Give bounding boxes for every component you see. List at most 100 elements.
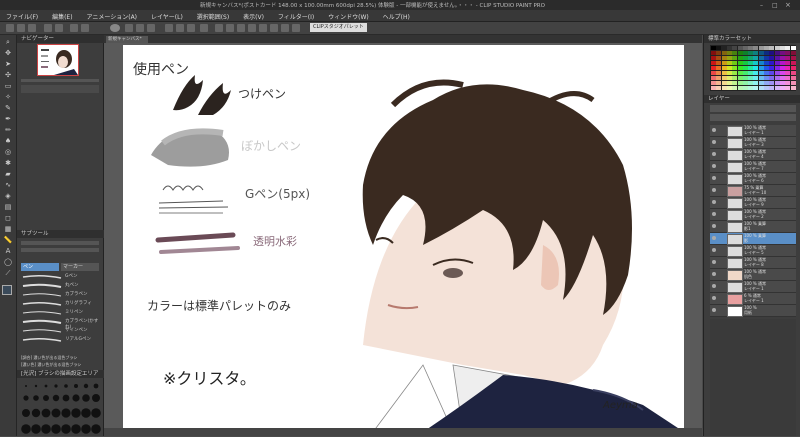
canvas-paper[interactable]: 使用ペン つけペン ぼかしペン Gペン(5px) 透明水彩 カラーは標準パレット… — [123, 45, 684, 432]
layer-row[interactable]: 100 % 通常 レイヤー 5 — [710, 245, 796, 257]
color-swatch[interactable] — [764, 46, 769, 50]
brush-item-1[interactable]: 丸ペン — [65, 282, 79, 288]
color-swatch[interactable] — [721, 66, 727, 70]
special-ruler-icon[interactable] — [281, 24, 289, 32]
color-swatch[interactable] — [721, 51, 727, 55]
color-swatch[interactable] — [732, 86, 738, 90]
layer-row[interactable]: 100 % 通常 レイヤー 9 — [710, 197, 796, 209]
color-swatch[interactable] — [711, 81, 716, 85]
eraser-tool-icon[interactable]: ▰ — [3, 170, 13, 179]
undo-icon[interactable] — [44, 24, 52, 32]
decoration-tool-icon[interactable]: ✱ — [3, 159, 13, 168]
color-swatch[interactable] — [716, 51, 722, 55]
color-swatch[interactable] — [779, 86, 785, 90]
color-swatch[interactable] — [732, 46, 738, 50]
balloon-tool-icon[interactable]: ◯ — [3, 258, 13, 267]
color-swatch[interactable] — [779, 76, 785, 80]
color-swatch[interactable] — [790, 81, 796, 85]
expand-icon[interactable] — [176, 24, 184, 32]
color-swatch[interactable] — [779, 46, 785, 50]
color-swatch[interactable] — [748, 71, 754, 75]
eye-icon[interactable] — [712, 272, 716, 276]
canvas-horizontal-scrollbar[interactable] — [104, 428, 702, 436]
color-swatch[interactable] — [742, 81, 748, 85]
color-swatch[interactable] — [764, 76, 769, 80]
color-swatch[interactable] — [732, 71, 738, 75]
color-swatch[interactable] — [742, 76, 748, 80]
color-swatch[interactable] — [748, 81, 754, 85]
color-swatch[interactable] — [774, 71, 780, 75]
eye-icon[interactable] — [712, 212, 716, 216]
color-swatch[interactable] — [774, 51, 780, 55]
color-swatch[interactable] — [753, 86, 759, 90]
color-swatch[interactable] — [737, 86, 743, 90]
transform-icon[interactable] — [125, 24, 133, 32]
color-swatch[interactable] — [785, 76, 791, 80]
color-swatch[interactable] — [774, 66, 780, 70]
close-button[interactable]: × — [785, 1, 793, 9]
layer-opacity[interactable] — [710, 114, 796, 121]
view-icon[interactable] — [292, 24, 300, 32]
crop-icon[interactable] — [165, 24, 173, 32]
color-swatch[interactable] — [785, 56, 791, 60]
color-swatch[interactable] — [774, 46, 780, 50]
color-swatch[interactable] — [769, 81, 775, 85]
color-swatch[interactable] — [737, 71, 743, 75]
brush-item-3[interactable]: カリグラフィ — [65, 300, 92, 306]
eye-icon[interactable] — [712, 128, 716, 132]
correct-line-tool-icon[interactable]: ⟋ — [3, 269, 13, 278]
layer-row[interactable]: 100 % 乗算 影1 — [710, 221, 796, 233]
brush-item-4[interactable]: ミリペン — [65, 309, 83, 315]
color-swatch[interactable] — [774, 56, 780, 60]
eye-icon[interactable] — [712, 188, 716, 192]
color-swatch[interactable] — [748, 56, 754, 60]
ruler-tool-icon[interactable]: 📏 — [3, 236, 13, 245]
color-swatch[interactable] — [737, 56, 743, 60]
color-swatch[interactable] — [790, 86, 796, 90]
color-swatch[interactable] — [758, 71, 764, 75]
eye-icon[interactable] — [712, 284, 716, 288]
color-swatch[interactable] — [726, 51, 732, 55]
deselect-icon[interactable] — [136, 24, 144, 32]
color-swatch[interactable] — [769, 66, 775, 70]
eye-icon[interactable] — [712, 164, 716, 168]
clip-studio-button[interactable]: CLIPスタジオパレット — [310, 23, 367, 32]
menu-view[interactable]: 表示(V) — [237, 10, 270, 21]
eye-icon[interactable] — [712, 140, 716, 144]
color-swatch[interactable] — [758, 81, 764, 85]
eye-icon[interactable] — [712, 200, 716, 204]
color-swatch[interactable] — [753, 61, 759, 65]
color-swatch[interactable] — [732, 76, 738, 80]
color-swatch[interactable] — [748, 51, 754, 55]
color-swatch[interactable] — [753, 81, 759, 85]
color-swatch[interactable] — [779, 51, 785, 55]
brush-item-2[interactable]: カブラペン — [65, 291, 88, 297]
color-swatch[interactable] — [737, 51, 743, 55]
brush-opacity-slider[interactable] — [21, 248, 99, 252]
color-swatch[interactable] — [716, 66, 722, 70]
color-swatch[interactable] — [726, 86, 732, 90]
color-swatch[interactable] — [742, 86, 748, 90]
color-swatch[interactable] — [732, 61, 738, 65]
color-swatch[interactable] — [764, 66, 769, 70]
auto-select-tool-icon[interactable]: ✧ — [3, 93, 13, 102]
color-swatch[interactable] — [742, 66, 748, 70]
color-swatch[interactable] — [785, 86, 791, 90]
color-swatch[interactable] — [721, 76, 727, 80]
tab-pen[interactable]: ペン — [21, 263, 59, 271]
color-swatch[interactable] — [764, 71, 769, 75]
layer-row[interactable]: 75 % 乗算 レイヤー 10 — [710, 185, 796, 197]
menu-edit[interactable]: 編集(E) — [46, 10, 78, 21]
document-tab[interactable]: 新規キャンバス* — [106, 36, 148, 43]
maximize-button[interactable]: □ — [772, 2, 780, 9]
pen-tool-icon[interactable]: ✒ — [3, 115, 13, 124]
operation-tool-icon[interactable]: ➤ — [3, 60, 13, 69]
color-swatch[interactable] — [732, 66, 738, 70]
color-swatch[interactable] — [732, 51, 738, 55]
color-swatch[interactable] — [758, 46, 764, 50]
eye-icon[interactable] — [712, 176, 716, 180]
color-swatch[interactable] — [742, 51, 748, 55]
layer-row[interactable]: 100 % 通常 レイヤー 8 — [710, 257, 796, 269]
layer-row[interactable]: 100 % 通常 レイヤー 3 — [710, 137, 796, 149]
main-color-swatch[interactable] — [2, 285, 12, 295]
